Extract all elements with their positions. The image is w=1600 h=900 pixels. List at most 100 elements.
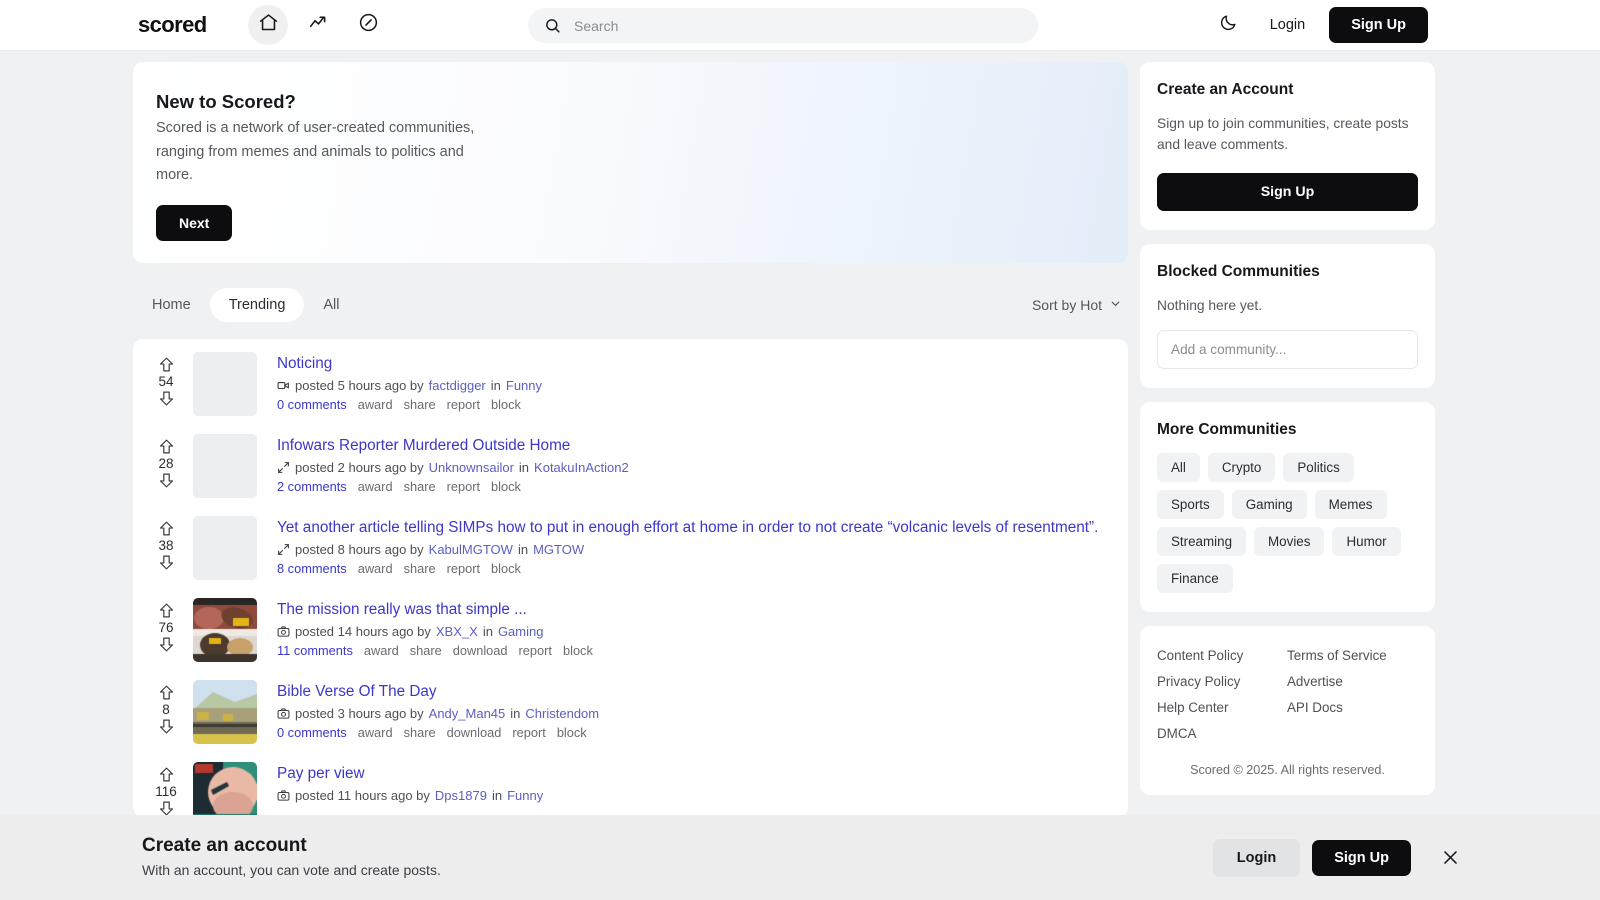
upvote-icon[interactable] — [158, 766, 175, 783]
community-chip[interactable]: Streaming — [1157, 527, 1247, 556]
post-author-link[interactable]: Dps1879 — [435, 787, 487, 804]
footer-link[interactable]: Privacy Policy — [1157, 674, 1287, 689]
nav-home-button[interactable] — [248, 5, 288, 45]
footer-link[interactable]: Help Center — [1157, 700, 1287, 715]
post-action-download[interactable]: download — [447, 725, 502, 741]
community-chip[interactable]: Memes — [1314, 490, 1387, 519]
post-community-link[interactable]: Funny — [507, 787, 543, 804]
footer-link[interactable]: Content Policy — [1157, 648, 1287, 663]
tab-trending[interactable]: Trending — [209, 288, 305, 322]
post-action-share[interactable]: share — [404, 397, 436, 413]
community-chip[interactable]: Politics — [1283, 453, 1354, 482]
post-action-award[interactable]: award — [358, 725, 393, 741]
post-timestamp: posted 14 hours ago by — [295, 624, 431, 639]
sort-dropdown[interactable]: Sort by Hot — [1032, 297, 1122, 313]
upvote-icon[interactable] — [158, 602, 175, 619]
footer-link[interactable]: Terms of Service — [1287, 648, 1418, 663]
post-author-link[interactable]: Unknownsailor — [429, 459, 514, 476]
upvote-icon[interactable] — [158, 356, 175, 373]
post-thumbnail[interactable] — [193, 680, 257, 744]
post-action-report[interactable]: report — [447, 397, 480, 413]
post-author-link[interactable]: XBX_X — [436, 623, 478, 640]
close-icon[interactable] — [1441, 848, 1460, 867]
upvote-icon[interactable] — [158, 438, 175, 455]
post-action-block[interactable]: block — [563, 643, 593, 659]
upvote-icon[interactable] — [158, 684, 175, 701]
post-action-award[interactable]: award — [358, 561, 393, 577]
post-action-award[interactable]: award — [358, 397, 393, 413]
post-comments-link[interactable]: 0 comments — [277, 397, 347, 413]
footer-link[interactable]: API Docs — [1287, 700, 1418, 715]
downvote-icon[interactable] — [158, 718, 175, 735]
post-author-link[interactable]: KabulMGTOW — [429, 541, 513, 558]
community-chip[interactable]: Humor — [1332, 527, 1401, 556]
post-thumbnail[interactable] — [193, 762, 257, 817]
post-action-award[interactable]: award — [358, 479, 393, 495]
post-action-download[interactable]: download — [453, 643, 508, 659]
theme-toggle-button[interactable] — [1212, 8, 1246, 42]
banner-login-button[interactable]: Login — [1212, 838, 1301, 877]
downvote-icon[interactable] — [158, 554, 175, 571]
post-community-link[interactable]: Christendom — [525, 705, 599, 722]
post-title-link[interactable]: Yet another article telling SIMPs how to… — [277, 518, 1128, 537]
tab-all[interactable]: All — [304, 288, 358, 322]
post-action-report[interactable]: report — [447, 561, 480, 577]
post-community-link[interactable]: KotakuInAction2 — [534, 459, 629, 476]
post-action-share[interactable]: share — [404, 479, 436, 495]
upvote-icon[interactable] — [158, 520, 175, 537]
post-comments-link[interactable]: 2 comments — [277, 479, 347, 495]
footer-link[interactable]: DMCA — [1157, 726, 1287, 741]
downvote-icon[interactable] — [158, 472, 175, 489]
post-thumbnail[interactable] — [193, 434, 257, 498]
post-thumbnail[interactable] — [193, 352, 257, 416]
post-action-block[interactable]: block — [557, 725, 587, 741]
post-action-share[interactable]: share — [404, 561, 436, 577]
post-action-award[interactable]: award — [364, 643, 399, 659]
post-title-link[interactable]: Bible Verse Of The Day — [277, 682, 1128, 701]
search-bar[interactable] — [528, 8, 1038, 43]
vote-column: 28 — [147, 434, 185, 489]
post-community-link[interactable]: Gaming — [498, 623, 544, 640]
post-thumbnail[interactable] — [193, 598, 257, 662]
nav-trending-button[interactable] — [298, 5, 338, 45]
post-action-block[interactable]: block — [491, 479, 521, 495]
welcome-next-button[interactable]: Next — [156, 205, 233, 241]
post-action-report[interactable]: report — [512, 725, 545, 741]
community-chip[interactable]: Movies — [1254, 527, 1325, 556]
header-signup-button[interactable]: Sign Up — [1329, 7, 1428, 43]
community-chip[interactable]: Gaming — [1231, 490, 1307, 519]
tab-home[interactable]: Home — [133, 288, 210, 322]
post-action-block[interactable]: block — [491, 397, 521, 413]
community-chip[interactable]: All — [1157, 453, 1200, 482]
post-community-link[interactable]: Funny — [506, 377, 542, 394]
post-action-share[interactable]: share — [410, 643, 442, 659]
post-thumbnail[interactable] — [193, 516, 257, 580]
post-title-link[interactable]: Infowars Reporter Murdered Outside Home — [277, 436, 1128, 455]
downvote-icon[interactable] — [158, 636, 175, 653]
post-action-share[interactable]: share — [404, 725, 436, 741]
post-title-link[interactable]: Noticing — [277, 354, 1128, 373]
nav-explore-button[interactable] — [348, 5, 388, 45]
footer-link[interactable]: Advertise — [1287, 674, 1418, 689]
post-author-link[interactable]: factdigger — [429, 377, 486, 394]
post-action-report[interactable]: report — [519, 643, 552, 659]
search-input[interactable] — [574, 17, 1014, 34]
post-comments-link[interactable]: 8 comments — [277, 561, 347, 577]
downvote-icon[interactable] — [158, 390, 175, 407]
post-action-block[interactable]: block — [491, 561, 521, 577]
post-title-link[interactable]: The mission really was that simple ... — [277, 600, 1128, 619]
add-community-input[interactable] — [1157, 330, 1418, 369]
post-action-report[interactable]: report — [447, 479, 480, 495]
post-author-link[interactable]: Andy_Man45 — [429, 705, 506, 722]
banner-signup-button[interactable]: Sign Up — [1312, 839, 1411, 876]
post-community-link[interactable]: MGTOW — [533, 541, 584, 558]
community-chip[interactable]: Finance — [1157, 564, 1233, 593]
header-login-link[interactable]: Login — [1270, 17, 1305, 33]
post-comments-link[interactable]: 11 comments — [277, 643, 353, 659]
sidebar-signup-button[interactable]: Sign Up — [1157, 173, 1418, 211]
community-chip[interactable]: Crypto — [1207, 453, 1276, 482]
community-chip[interactable]: Sports — [1157, 490, 1224, 519]
site-logo[interactable]: scored — [138, 12, 207, 38]
post-title-link[interactable]: Pay per view — [277, 764, 1128, 783]
post-comments-link[interactable]: 0 comments — [277, 725, 347, 741]
